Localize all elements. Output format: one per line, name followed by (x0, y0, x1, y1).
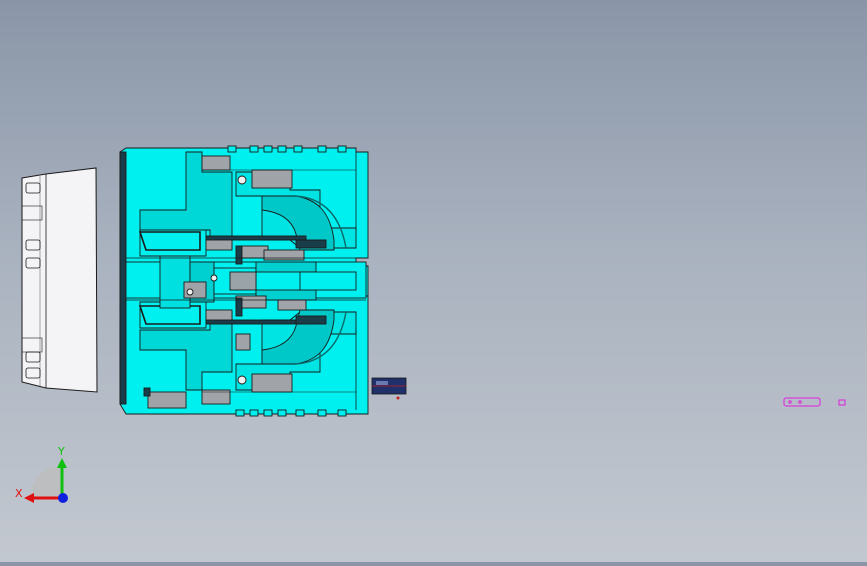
molded-part[interactable] (21, 167, 98, 393)
z-axis-dot (58, 493, 68, 503)
x-axis-label: X (15, 487, 23, 500)
y-axis-label: Y (57, 445, 65, 458)
orientation-triad: Y X (15, 445, 68, 503)
graphics-viewport[interactable]: Y X (0, 0, 867, 562)
mold-assembly[interactable] (119, 145, 369, 417)
small-insert-part[interactable] (371, 377, 407, 400)
model-canvas[interactable]: Y X (0, 0, 867, 562)
sketch-entities[interactable] (783, 397, 846, 407)
